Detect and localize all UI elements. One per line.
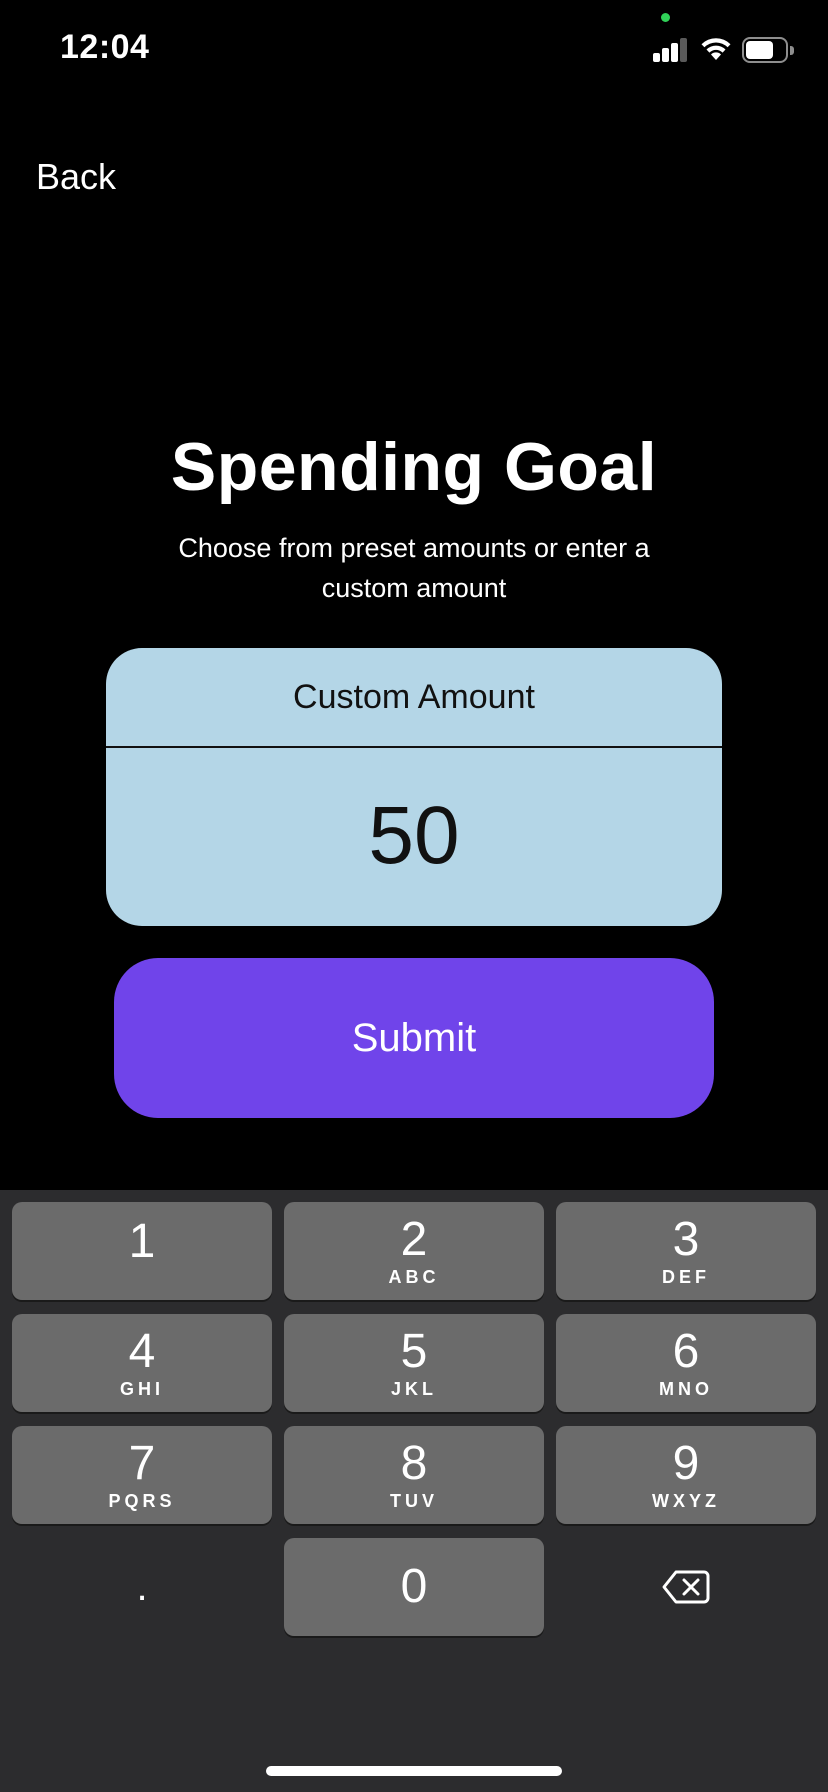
page-subtitle: Choose from preset amounts or enter a cu… — [178, 533, 650, 603]
custom-amount-label: Custom Amount — [106, 648, 722, 748]
key-digit: 8 — [400, 1436, 428, 1490]
key-6[interactable]: 6 MNO — [556, 1314, 816, 1412]
key-digit: 7 — [128, 1436, 156, 1490]
key-letters: JKL — [390, 1378, 437, 1399]
key-2[interactable]: 2 ABC — [284, 1202, 544, 1300]
key-5[interactable]: 5 JKL — [284, 1314, 544, 1412]
custom-amount-input[interactable] — [106, 748, 722, 924]
key-letters: TUV — [390, 1490, 438, 1511]
key-digit: . — [136, 1565, 148, 1609]
key-0[interactable]: 0 — [284, 1538, 544, 1636]
key-delete[interactable] — [556, 1538, 816, 1636]
key-digit: 6 — [672, 1324, 700, 1378]
key-letters: GHI — [119, 1378, 164, 1399]
key-letters: PQRS — [108, 1490, 176, 1511]
back-button[interactable]: Back — [36, 156, 116, 198]
cellular-signal-icon — [653, 38, 689, 62]
key-9[interactable]: 9 WXYZ — [556, 1426, 816, 1524]
key-digit: 1 — [128, 1215, 156, 1268]
key-letters: WXYZ — [652, 1490, 720, 1511]
status-bar: 12:04 — [0, 0, 828, 100]
battery-icon — [742, 37, 794, 63]
key-digit: 4 — [128, 1324, 156, 1378]
submit-button[interactable]: Submit — [114, 958, 714, 1118]
key-8[interactable]: 8 TUV — [284, 1426, 544, 1524]
key-decimal[interactable]: . — [12, 1538, 272, 1636]
wifi-icon — [701, 38, 731, 60]
key-letters: MNO — [659, 1378, 713, 1399]
key-letters: ABC — [388, 1266, 440, 1287]
key-digit: 2 — [400, 1212, 428, 1266]
delete-backspace-icon — [662, 1570, 710, 1604]
key-digit: 3 — [672, 1212, 700, 1266]
status-time: 12:04 — [60, 28, 150, 66]
key-4[interactable]: 4 GHI — [12, 1314, 272, 1412]
key-7[interactable]: 7 PQRS — [12, 1426, 272, 1524]
key-3[interactable]: 3 DEF — [556, 1202, 816, 1300]
page-title: Spending Goal — [170, 429, 658, 505]
key-1[interactable]: 1 — [12, 1202, 272, 1300]
key-letters: DEF — [662, 1266, 710, 1287]
privacy-indicator-dot — [661, 13, 670, 22]
key-digit: 5 — [400, 1324, 428, 1378]
custom-amount-card: Custom Amount — [106, 648, 722, 926]
numeric-keypad: 1 2 ABC 3 DEF 4 GHI 5 JKL 6 MNO 7 PQRS 8… — [0, 1190, 828, 1792]
key-digit: 9 — [672, 1436, 700, 1490]
key-digit: 0 — [400, 1560, 428, 1613]
home-indicator[interactable] — [266, 1766, 562, 1776]
spending-goal-screen: 12:04 Back Spending Goal Choose from pre… — [0, 0, 828, 1792]
